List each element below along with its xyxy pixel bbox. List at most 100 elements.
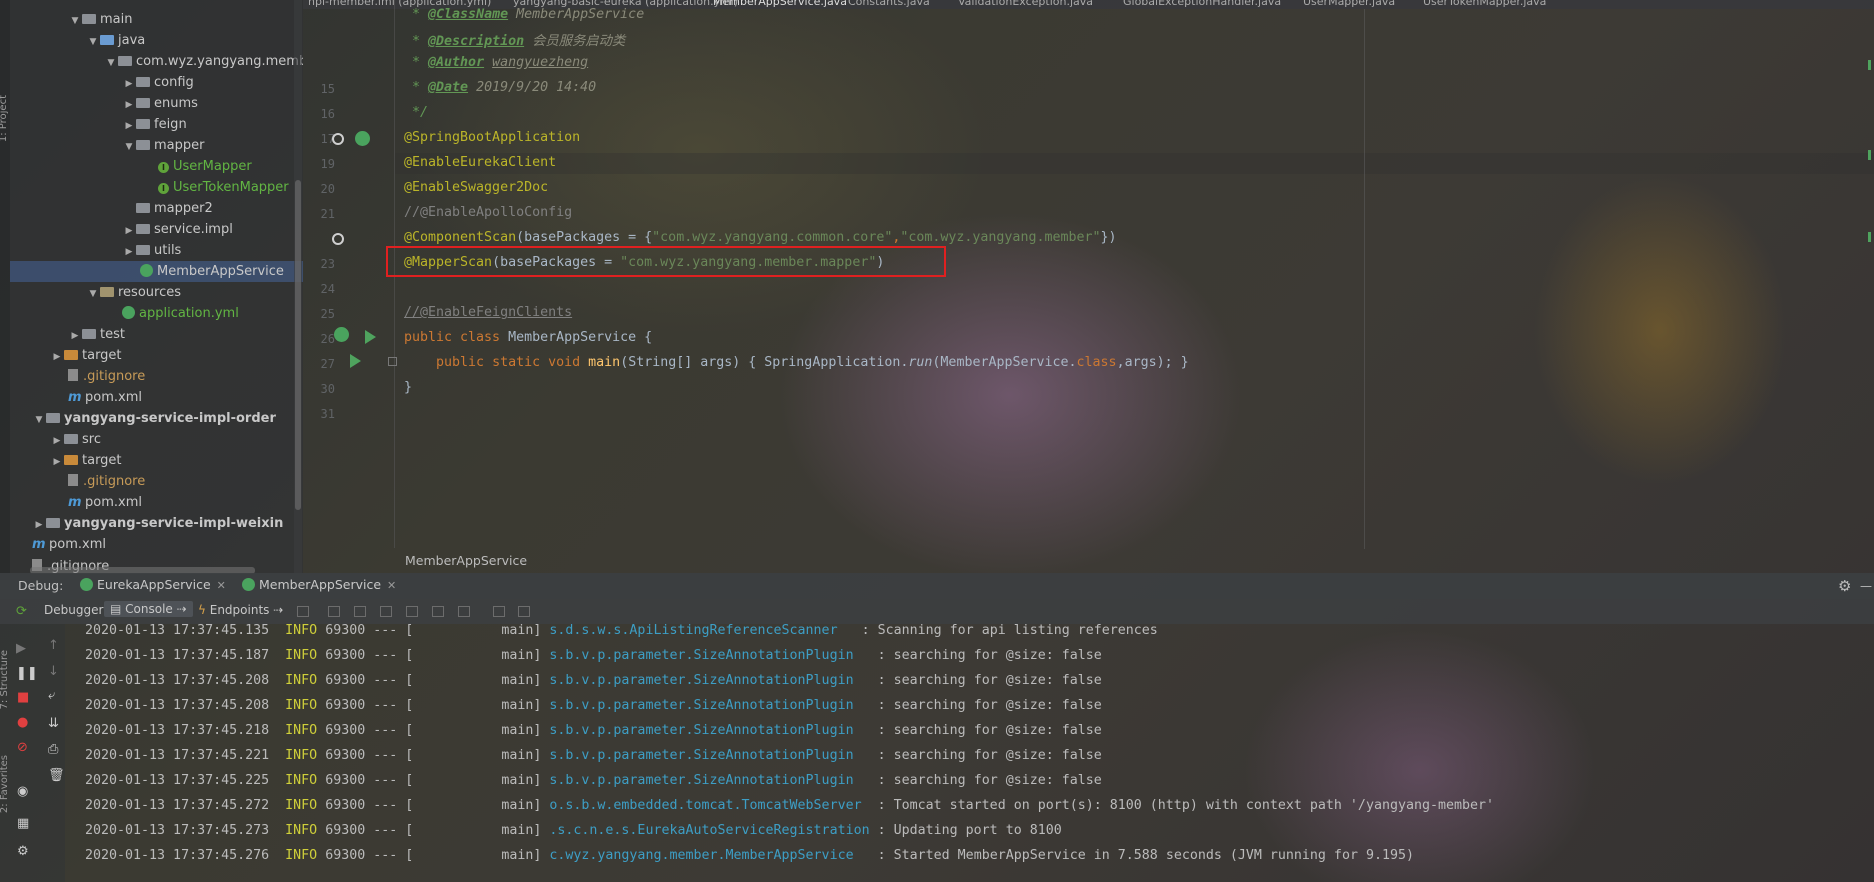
close-icon[interactable]: ✕ <box>217 579 226 592</box>
view-breakpoints-icon[interactable]: ● <box>17 715 28 730</box>
step-out-icon[interactable] <box>406 606 418 617</box>
down-arrow-icon[interactable]: ↓ <box>48 664 59 679</box>
tab-globalexceptionhandler[interactable]: GlobalExceptionHandler.java <box>1123 0 1281 9</box>
tree-item-java[interactable]: ▼ java <box>86 30 146 53</box>
rerun-icon[interactable]: ⟳ <box>16 604 27 619</box>
run-main-icon[interactable] <box>350 354 361 368</box>
tab-endpoints[interactable]: ϟ Endpoints ⇢ <box>198 603 283 617</box>
evaluate-icon[interactable] <box>493 606 505 617</box>
code-line-classname[interactable]: * @ClassName MemberAppService <box>404 7 644 22</box>
tab-usertokenmapper[interactable]: UserTokenMapper.java <box>1423 0 1546 9</box>
expand-icon[interactable]: ▶ <box>50 452 64 473</box>
drop-frame-icon[interactable] <box>432 606 444 617</box>
layout-icon[interactable] <box>297 606 309 617</box>
debug-tab-eureka[interactable]: EurekaAppService ✕ <box>80 577 226 592</box>
soft-wrap-icon[interactable]: ⤶ <box>48 688 55 703</box>
tree-item-enums[interactable]: ▶ enums <box>122 93 198 114</box>
step-over-icon[interactable] <box>354 606 366 617</box>
tab-constants[interactable]: Constants.java <box>848 0 930 9</box>
expand-icon[interactable]: ▶ <box>32 515 46 536</box>
expand-icon[interactable]: ▶ <box>50 431 64 452</box>
collapse-icon[interactable]: ▼ <box>86 32 100 53</box>
console-line[interactable]: 2020-01-13 17:37:45.225 INFO 69300 --- [… <box>85 773 1102 788</box>
tree-item-resources[interactable]: ▼ resources <box>86 282 181 303</box>
expand-icon[interactable]: ▶ <box>68 326 82 347</box>
spring-bean-icon[interactable] <box>355 131 370 146</box>
expand-icon[interactable]: ▶ <box>122 95 136 116</box>
tree-item-memberappservice[interactable]: MemberAppService <box>10 261 303 282</box>
console-line[interactable]: 2020-01-13 17:37:45.218 INFO 69300 --- [… <box>85 723 1102 738</box>
pause-icon[interactable]: ❚❚ <box>16 666 38 681</box>
collapse-icon[interactable]: ▼ <box>32 410 46 431</box>
tree-item-package-member[interactable]: ▼ com.wyz.yangyang.member <box>104 51 303 72</box>
minimize-icon[interactable]: — <box>1860 579 1872 593</box>
collapse-icon[interactable]: ▼ <box>86 284 100 305</box>
spring-bean-icon[interactable] <box>334 327 349 342</box>
tree-item-pom[interactable]: m pom.xml <box>68 387 142 408</box>
run-to-cursor-icon[interactable] <box>458 606 470 617</box>
code-line-eureka[interactable]: @EnableEurekaClient <box>404 155 556 170</box>
expand-icon[interactable]: ▶ <box>122 221 136 242</box>
code-line-springboot[interactable]: @SpringBootApplication <box>404 130 580 145</box>
console-line[interactable]: 2020-01-13 17:37:45.221 INFO 69300 --- [… <box>85 748 1102 763</box>
clear-all-icon[interactable]: 🗑 <box>48 768 65 783</box>
expand-icon[interactable]: ▶ <box>50 347 64 368</box>
trace-icon[interactable] <box>518 606 530 617</box>
console-line[interactable]: 2020-01-13 17:37:45.276 INFO 69300 --- [… <box>85 848 1414 863</box>
tab-console[interactable]: ▤ Console ⇢ <box>104 601 193 617</box>
code-line-close[interactable]: } <box>404 380 412 395</box>
close-icon[interactable]: ✕ <box>387 579 396 592</box>
code-line-description[interactable]: * @Description 会员服务启动类 <box>404 30 625 49</box>
tree-item-module-weixin[interactable]: ▶ yangyang-service-impl-weixin <box>32 513 284 536</box>
tree-vertical-scrollbar[interactable] <box>294 0 302 582</box>
tree-item-mapper[interactable]: ▼ mapper <box>122 135 205 158</box>
tree-item-target-order[interactable]: ▶ target <box>50 450 122 471</box>
tree-item-module-order[interactable]: ▼ yangyang-service-impl-order <box>32 408 276 429</box>
run-class-icon[interactable] <box>365 330 376 344</box>
tab-memberappservice[interactable]: MemberAppService.java <box>713 0 847 9</box>
gear-icon[interactable]: ⚙ <box>1838 577 1851 595</box>
code-line-class[interactable]: public class MemberAppService { <box>404 330 652 345</box>
code-line-swagger[interactable]: @EnableSwagger2Doc <box>404 180 548 195</box>
code-line-author[interactable]: * @Author wangyuezheng <box>404 55 588 70</box>
debug-tab-member[interactable]: MemberAppService ✕ <box>242 577 396 592</box>
tree-item-config[interactable]: ▶ config <box>122 72 194 93</box>
tree-item-mapper2[interactable]: mapper2 <box>136 198 213 219</box>
step-into-icon[interactable] <box>380 606 392 617</box>
tree-item-usertokenmapper[interactable]: I UserTokenMapper <box>158 177 289 198</box>
collapse-icon[interactable]: ▼ <box>68 11 82 32</box>
tab-debugger[interactable]: Debugger <box>44 603 103 617</box>
camera-icon[interactable]: ◉ <box>17 784 28 799</box>
console-line[interactable]: 2020-01-13 17:37:45.273 INFO 69300 --- [… <box>85 823 1062 838</box>
code-line-main[interactable]: public static void main(String[] args) {… <box>404 355 1189 370</box>
tree-item-usermapper[interactable]: I UserMapper <box>158 156 252 177</box>
collapse-icon[interactable]: ▼ <box>122 137 136 158</box>
tree-item-main[interactable]: ▼ main <box>68 9 133 32</box>
scroll-thumb[interactable] <box>295 180 301 510</box>
tree-item-feign[interactable]: ▶ feign <box>122 114 187 135</box>
tree-item-pom-root[interactable]: m pom.xml <box>32 534 106 555</box>
console-line[interactable]: 2020-01-13 17:37:45.208 INFO 69300 --- [… <box>85 673 1102 688</box>
show-execution-point-icon[interactable] <box>328 606 340 617</box>
tree-item-gitignore-order[interactable]: .gitignore <box>68 471 145 492</box>
collapse-icon[interactable]: ▼ <box>104 53 118 74</box>
tab-usermapper[interactable]: UserMapper.java <box>1303 0 1395 9</box>
tree-item-test[interactable]: ▶ test <box>68 324 125 345</box>
expand-icon[interactable]: ▶ <box>122 116 136 137</box>
find-usages-icon[interactable] <box>332 133 344 145</box>
find-usages-icon[interactable] <box>332 233 344 245</box>
fold-icon[interactable] <box>388 357 397 366</box>
favorites-tool-button[interactable]: 2: Favorites <box>0 755 10 813</box>
structure-tool-button[interactable]: 7: Structure <box>0 650 10 709</box>
console-line[interactable]: 2020-01-13 17:37:45.272 INFO 69300 --- [… <box>85 798 1494 813</box>
project-tool-button[interactable]: 1: Project <box>0 95 9 142</box>
editor-breadcrumb[interactable]: MemberAppService <box>395 549 1874 573</box>
tab-validationexception[interactable]: ValidationException.java <box>958 0 1093 9</box>
code-line-componentscan[interactable]: @ComponentScan(basePackages = {"com.wyz.… <box>404 230 1117 245</box>
mute-breakpoints-icon[interactable]: ⊘ <box>17 740 28 755</box>
tree-item-pom-order[interactable]: m pom.xml <box>68 492 142 513</box>
scroll-to-end-icon[interactable]: ⇊ <box>48 716 59 731</box>
console-line[interactable]: 2020-01-13 17:37:45.135 INFO 69300 --- [… <box>85 623 1158 638</box>
code-line-date[interactable]: * @Date 2019/9/20 14:40 <box>404 80 596 95</box>
console-line[interactable]: 2020-01-13 17:37:45.187 INFO 69300 --- [… <box>85 648 1102 663</box>
